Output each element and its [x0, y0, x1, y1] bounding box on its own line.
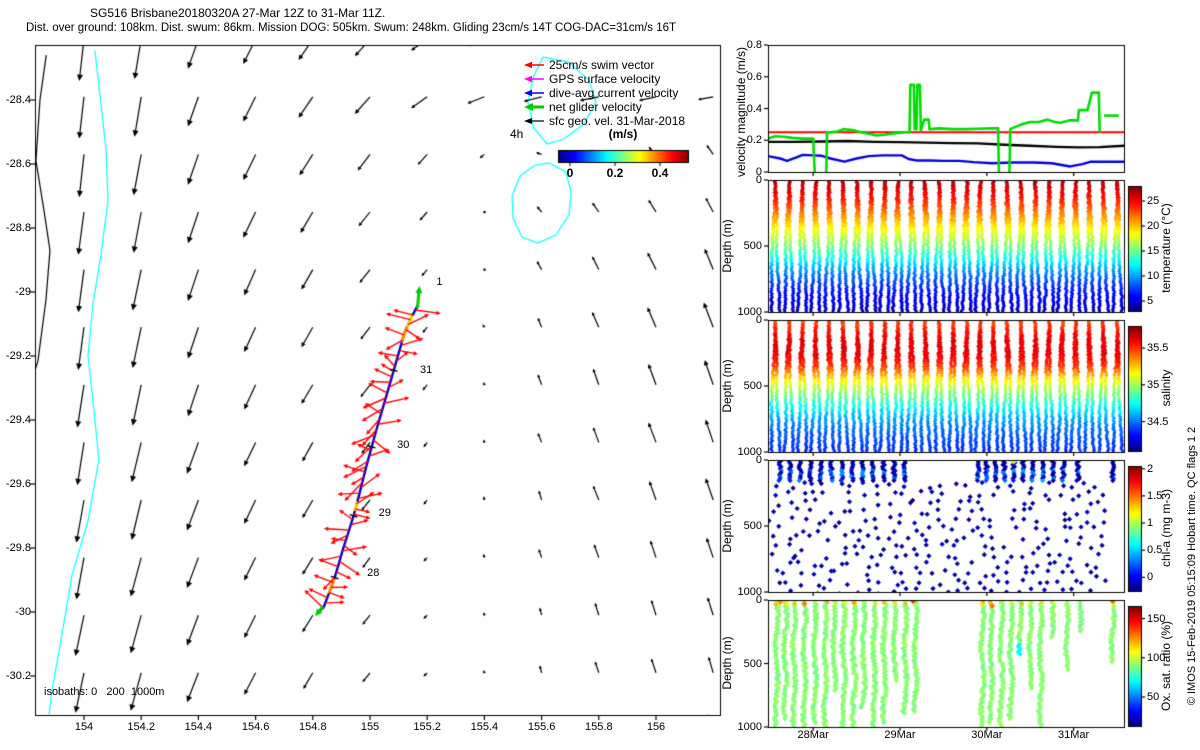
map-x-tick-label: 155.2: [413, 721, 441, 733]
map-x-tick-label: 155.8: [585, 721, 613, 733]
figure-title-line2: Dist. over ground: 108km. Dist. swum: 86…: [26, 22, 677, 34]
depth-y-tick-label: 0: [755, 594, 762, 606]
legend-item-label: GPS surface velocity: [549, 72, 661, 86]
gps-velocity-arrow-icon: [524, 75, 544, 83]
legend-item-swim-vector: 25cm/s swim vector: [524, 58, 654, 72]
map-y-tick-label: -30: [15, 606, 31, 618]
colorbar-tick-label: 1: [1147, 517, 1154, 530]
colorbar-tick-label: 1.5: [1147, 489, 1163, 502]
legend-item-label: net glider velocity: [549, 100, 642, 114]
legend-item-label: sfc geo. vel. 31-Mar-2018: [549, 114, 686, 128]
legend-time-label: 4h: [510, 127, 524, 141]
colorbar-tick-label: 0: [1147, 571, 1154, 584]
map-y-tick-label: -30.2: [5, 670, 31, 682]
sfc-geo-arrow-icon: [524, 118, 544, 124]
depth-y-tick-label: 500: [743, 520, 762, 532]
map-x-tick-label: 155.6: [527, 721, 556, 733]
panel-date-tick-label: 29Mar: [884, 729, 916, 741]
depth-y-tick-label: 1000: [737, 721, 762, 733]
track-day-label: 30: [397, 438, 410, 451]
map-colorbar-title: (m/s): [608, 127, 638, 141]
panel-date-tick-label: 28Mar: [797, 729, 829, 741]
colorbar-tick-label: 20: [1147, 220, 1160, 232]
colorbar-tick-label: 15: [1147, 245, 1160, 257]
velocity-y-tick-label: 0.4: [746, 102, 762, 115]
map-y-tick-label: -29: [15, 286, 31, 298]
colorbar-tick-label: 25: [1147, 195, 1160, 207]
track-day-label: 28: [367, 566, 380, 579]
panel-date-tick-label: 30Mar: [971, 729, 1003, 741]
panel-date-tick-label: 31Mar: [1058, 729, 1090, 741]
legend-item-label: 25cm/s swim vector: [549, 58, 655, 72]
depth-y-tick-label: 500: [743, 657, 762, 670]
track-day-label: 29: [378, 506, 391, 519]
map-colorbar-tick: 0: [566, 166, 574, 180]
legend-item-label: dive-avg current velocity: [549, 86, 679, 100]
depth-y-tick-label: 500: [743, 240, 762, 252]
colorbar-tick-label: 35.5: [1147, 342, 1169, 355]
map-x-tick-label: 154.8: [299, 721, 327, 733]
velocity-y-tick-label: 0.2: [746, 134, 762, 147]
net-glider-arrow-icon: [524, 103, 544, 111]
depth-axis-label-temperature: Depth (m): [720, 219, 734, 273]
colorbar-tick-label: 100: [1147, 651, 1166, 664]
map-y-tick-label: -29.8: [5, 542, 31, 554]
colorbar-tick-label: 50: [1147, 690, 1160, 703]
oxsat-colorbar-label: Ox. sat. ratio (%): [1159, 620, 1173, 712]
depth-axis-label-oxsat: Depth (m): [720, 636, 734, 690]
figure-title-line1: SG516 Brisbane20180320A 27-Mar 12Z to 31…: [90, 6, 386, 20]
map-y-tick-label: -29.2: [5, 350, 31, 362]
depth-axis-label-salinity: Depth (m): [720, 359, 734, 413]
dive-avg-current-arrow-icon: [524, 89, 544, 97]
legend-item-net-glider: net glider velocity: [524, 100, 642, 114]
colorbar-tick-label: 35: [1147, 378, 1160, 391]
velocity-y-tick-label: 0.8: [746, 39, 762, 51]
map-x-tick-label: 154.2: [127, 721, 155, 733]
map-y-tick-label: -28.8: [5, 222, 31, 234]
map-x-tick-label: 154.6: [241, 721, 270, 733]
colorbar-tick-label: 0.5: [1147, 544, 1163, 557]
track-day-label: 31: [420, 364, 433, 377]
depth-axis-label-chl: Depth (m): [720, 499, 734, 553]
legend-item-dive-avg-current: dive-avg current velocity: [524, 86, 678, 100]
depth-y-tick-label: 500: [743, 380, 762, 392]
colorbar-tick-label: 2: [1147, 462, 1154, 475]
map-x-tick-label: 155.4: [470, 721, 499, 733]
map-x-tick-label: 154: [74, 721, 94, 733]
depth-y-tick-label: 0: [755, 454, 762, 466]
velocity-y-tick-label: 0.6: [746, 70, 762, 83]
depth-y-tick-label: 0: [755, 314, 762, 326]
map-y-tick-label: -29.4: [5, 414, 31, 426]
legend-item-sfc-geo: sfc geo. vel. 31-Mar-2018: [524, 114, 685, 128]
colorbar-tick-label: 150: [1147, 612, 1166, 625]
depth-y-tick-label: 0: [755, 174, 762, 186]
map-x-tick-label: 156: [646, 721, 666, 733]
map-y-tick-label: -28.4: [5, 94, 31, 106]
map-colorbar-tick: 0.4: [651, 166, 669, 180]
swim-vector-arrow-icon: [524, 61, 544, 69]
map-colorbar-tick: 0.2: [606, 166, 624, 180]
map-x-tick-label: 155: [360, 721, 380, 733]
legend-item-gps-velocity: GPS surface velocity: [524, 72, 660, 86]
colorbar-tick-label: 10: [1147, 270, 1160, 282]
colorbar-tick-label: 5: [1147, 295, 1154, 307]
map-x-tick-label: 154.4: [184, 721, 213, 733]
map-y-tick-label: -29.6: [5, 478, 31, 490]
seaglider-figure: SG516 Brisbane20180320A 27-Mar 12Z to 31…: [0, 0, 1200, 750]
imos-attribution-text: © IMOS 15-Feb-2019 05:15:09 Hobart time.…: [1186, 426, 1198, 706]
temperature-colorbar-label: temperature (°C): [1159, 203, 1173, 293]
map-y-tick-label: -28.6: [5, 158, 31, 170]
track-day-label: 1: [436, 276, 443, 289]
salinity-colorbar-label: salinity: [1159, 369, 1173, 407]
isobaths-label: isobaths: 0 200 1000m: [44, 686, 165, 698]
colorbar-tick-label: 34.5: [1147, 415, 1169, 428]
